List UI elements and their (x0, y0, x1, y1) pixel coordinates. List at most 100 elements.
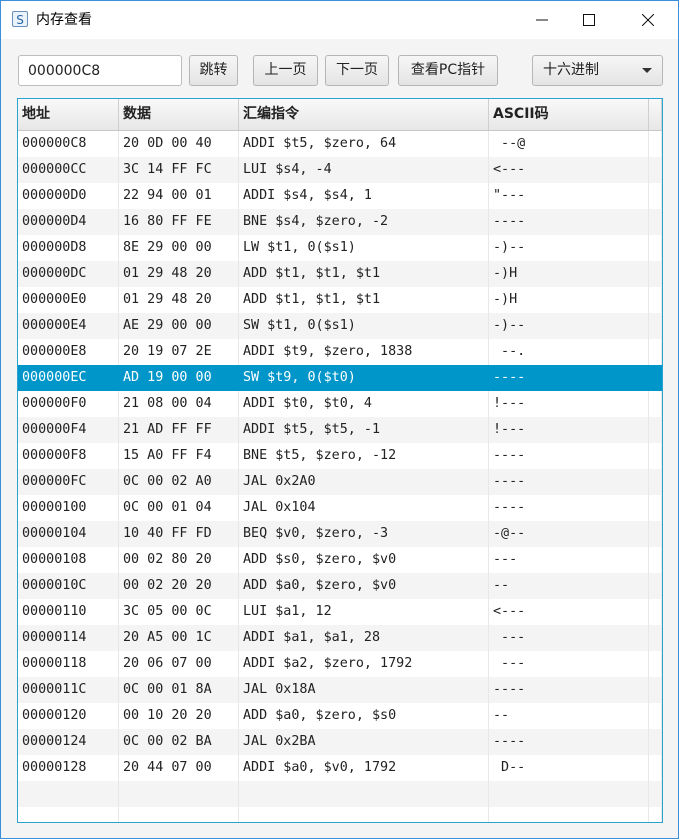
cell-data (119, 807, 239, 822)
cell-data: 16 80 FF FE (119, 209, 239, 235)
column-header-address[interactable]: 地址 (18, 99, 119, 130)
table-row[interactable]: 000000E8 20 19 07 2E ADDI $t9, $zero, 1838… (18, 339, 662, 365)
column-header-assembly[interactable]: 汇编指令 (239, 99, 489, 130)
cell-assembly: ADD $a0, $zero, $s0 (239, 703, 489, 729)
view-pc-button[interactable]: 查看PC指针 (398, 55, 498, 86)
cell-data: 20 0D 00 40 (119, 131, 239, 157)
cell-filler (649, 781, 662, 807)
cell-address: 00000124 (18, 729, 119, 755)
table-row[interactable]: 000000D8 8E 29 00 00 LW $t1, 0($s1) -)-- (18, 235, 662, 261)
table-row[interactable]: 00000108 00 02 80 20 ADD $s0, $zero, $v0 --… (18, 547, 662, 573)
table-header: 地址 数据 汇编指令 ASCII码 (18, 99, 662, 131)
cell-data: 21 AD FF FF (119, 417, 239, 443)
cell-address: 000000CC (18, 157, 119, 183)
table-row[interactable]: 000000E0 01 29 48 20 ADD $t1, $t1, $t1 -)H (18, 287, 662, 313)
cell-filler (649, 495, 662, 521)
table-row[interactable]: 0000011C 0C 00 01 8A JAL 0x18A ---- (18, 677, 662, 703)
close-button[interactable] (625, 1, 671, 39)
table-row[interactable]: 00000104 10 40 FF FD BEQ $v0, $zero, -3 -@-… (18, 521, 662, 547)
table-row[interactable]: 0000010C 00 02 20 20 ADD $a0, $zero, $v0 -- (18, 573, 662, 599)
cell-data: 0C 00 01 04 (119, 495, 239, 521)
jump-button[interactable]: 跳转 (189, 55, 238, 86)
table-row[interactable]: 000000F0 21 08 00 04 ADDI $t0, $t0, 4 !--- (18, 391, 662, 417)
close-icon (642, 14, 654, 26)
column-header-data[interactable]: 数据 (119, 99, 239, 130)
table-row[interactable] (18, 807, 662, 822)
cell-ascii: -@-- (489, 521, 649, 547)
table-body: 000000C8 20 0D 00 40 ADDI $t5, $zero, 64 -… (18, 131, 662, 822)
cell-assembly: LW $t1, 0($s1) (239, 235, 489, 261)
cell-ascii: ---- (489, 495, 649, 521)
table-row[interactable]: 00000124 0C 00 02 BA JAL 0x2BA ---- (18, 729, 662, 755)
column-header-filler (649, 99, 662, 130)
table-row[interactable]: 000000CC 3C 14 FF FC LUI $s4, -4 <--- (18, 157, 662, 183)
table-row[interactable]: 00000114 20 A5 00 1C ADDI $a1, $a1, 28 --- (18, 625, 662, 651)
cell-filler (649, 313, 662, 339)
format-select[interactable]: 十六进制 (532, 55, 663, 86)
cell-address (18, 781, 119, 807)
column-header-ascii[interactable]: ASCII码 (489, 99, 649, 130)
cell-data: 01 29 48 20 (119, 261, 239, 287)
table-row[interactable]: 000000D4 16 80 FF FE BNE $s4, $zero, -2 ---… (18, 209, 662, 235)
cell-address: 000000E8 (18, 339, 119, 365)
cell-address: 000000E0 (18, 287, 119, 313)
cell-ascii (489, 807, 649, 822)
window-title: 内存查看 (36, 12, 92, 28)
cell-address: 00000104 (18, 521, 119, 547)
table-row[interactable]: 00000118 20 06 07 00 ADDI $a2, $zero, 1792… (18, 651, 662, 677)
prev-page-button[interactable]: 上一页 (253, 55, 318, 86)
chevron-down-icon (642, 68, 652, 73)
table-row[interactable]: 000000E4 AE 29 00 00 SW $t1, 0($s1) -)-- (18, 313, 662, 339)
cell-data: 15 A0 FF F4 (119, 443, 239, 469)
format-select-value: 十六进制 (543, 62, 599, 78)
cell-data: 20 A5 00 1C (119, 625, 239, 651)
table-row[interactable]: 00000120 00 10 20 20 ADD $a0, $zero, $s0 -- (18, 703, 662, 729)
cell-ascii: --@ (489, 131, 649, 157)
table-row[interactable] (18, 781, 662, 807)
cell-filler (649, 287, 662, 313)
table-row[interactable]: 000000FC 0C 00 02 A0 JAL 0x2A0 ---- (18, 469, 662, 495)
cell-ascii: -)H (489, 287, 649, 313)
maximize-button[interactable] (566, 1, 612, 39)
table-row[interactable]: 000000D0 22 94 00 01 ADDI $s4, $s4, 1 "--- (18, 183, 662, 209)
cell-assembly: JAL 0x104 (239, 495, 489, 521)
table-row[interactable]: 000000C8 20 0D 00 40 ADDI $t5, $zero, 64 -… (18, 131, 662, 157)
table-row[interactable]: 00000100 0C 00 01 04 JAL 0x104 ---- (18, 495, 662, 521)
cell-assembly: LUI $s4, -4 (239, 157, 489, 183)
cell-address: 000000EC (18, 365, 119, 391)
table-row[interactable]: 000000F8 15 A0 FF F4 BNE $t5, $zero, -12 --… (18, 443, 662, 469)
cell-data: 00 02 80 20 (119, 547, 239, 573)
cell-ascii: ---- (489, 729, 649, 755)
cell-ascii: -)-- (489, 313, 649, 339)
cell-assembly: BNE $t5, $zero, -12 (239, 443, 489, 469)
cell-assembly: BEQ $v0, $zero, -3 (239, 521, 489, 547)
cell-ascii: -)-- (489, 235, 649, 261)
address-input[interactable] (18, 55, 182, 86)
cell-data: 0C 00 02 A0 (119, 469, 239, 495)
table-row[interactable]: 000000EC AD 19 00 00 SW $t9, 0($t0) ---- (18, 365, 662, 391)
cell-ascii: "--- (489, 183, 649, 209)
cell-assembly: ADDI $s4, $s4, 1 (239, 183, 489, 209)
app-icon: S (12, 11, 28, 27)
cell-ascii: --- (489, 651, 649, 677)
minimize-icon (536, 19, 548, 21)
cell-address: 00000114 (18, 625, 119, 651)
cell-ascii: !--- (489, 417, 649, 443)
table-row[interactable]: 000000DC 01 29 48 20 ADD $t1, $t1, $t1 -)H (18, 261, 662, 287)
cell-filler (649, 261, 662, 287)
next-page-button[interactable]: 下一页 (325, 55, 389, 86)
minimize-button[interactable] (519, 1, 565, 39)
cell-assembly: ADD $t1, $t1, $t1 (239, 261, 489, 287)
memory-table[interactable]: 地址 数据 汇编指令 ASCII码 000000C8 20 0D 00 40 ADD… (17, 98, 663, 823)
title-bar[interactable]: S 内存查看 (1, 1, 678, 39)
cell-filler (649, 651, 662, 677)
cell-assembly: ADD $s0, $zero, $v0 (239, 547, 489, 573)
table-row[interactable]: 00000110 3C 05 00 0C LUI $a1, 12 <--- (18, 599, 662, 625)
cell-data: 20 44 07 00 (119, 755, 239, 781)
cell-assembly: LUI $a1, 12 (239, 599, 489, 625)
table-row[interactable]: 000000F4 21 AD FF FF ADDI $t5, $t5, -1 !--- (18, 417, 662, 443)
cell-data: 00 10 20 20 (119, 703, 239, 729)
cell-address: 00000100 (18, 495, 119, 521)
table-row[interactable]: 00000128 20 44 07 00 ADDI $a0, $v0, 1792 D… (18, 755, 662, 781)
cell-data: 8E 29 00 00 (119, 235, 239, 261)
